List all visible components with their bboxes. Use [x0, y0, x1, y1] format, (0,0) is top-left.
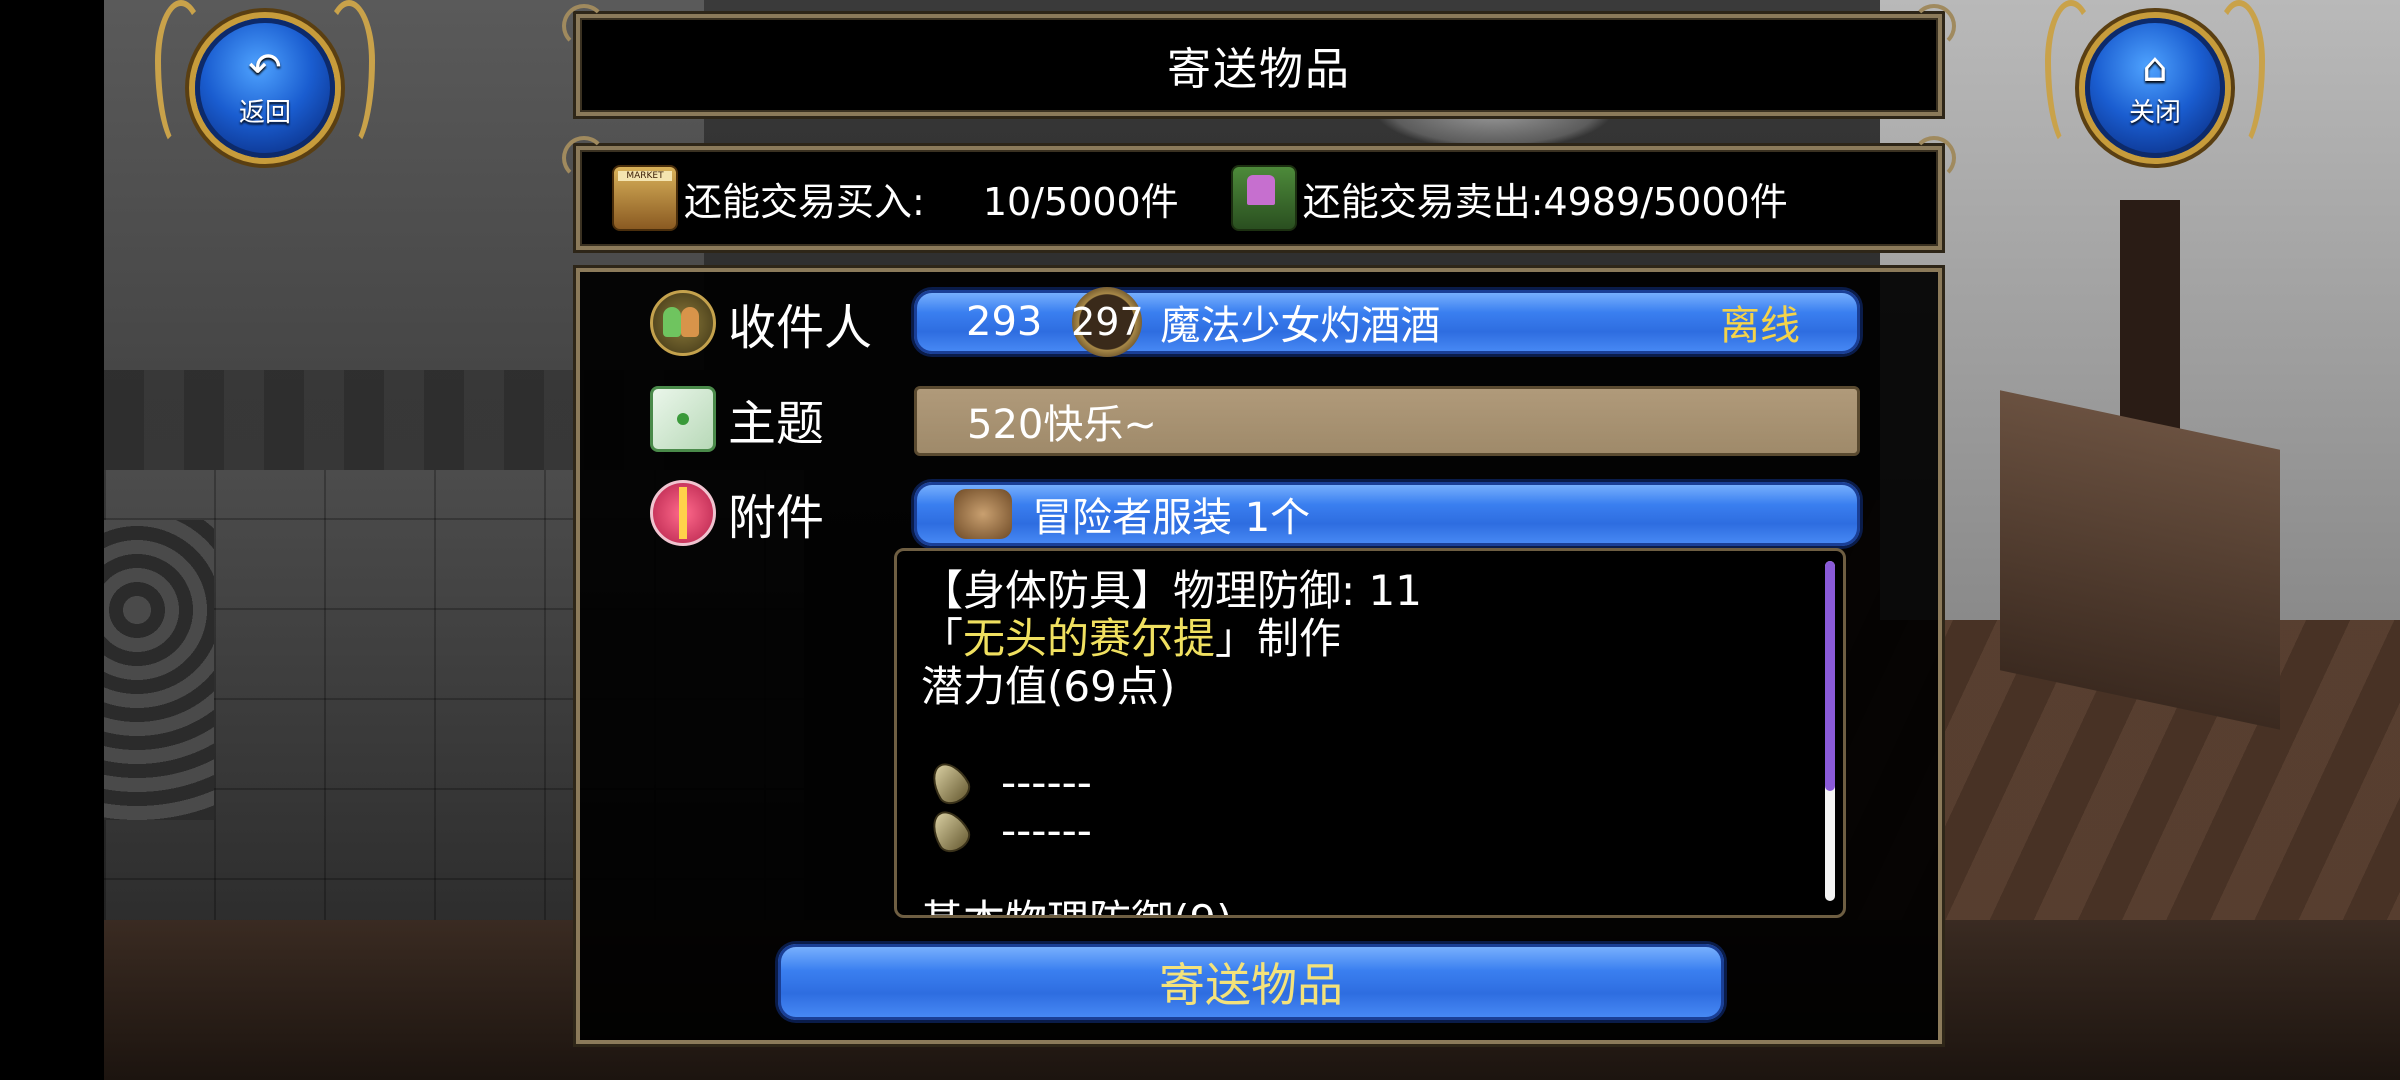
trade-limit-bar: 还能交易买入: 10/5000件 还能交易卖出: 4989/5000件	[562, 136, 1942, 250]
item-potential-line: 潜力值(69点)	[921, 662, 1176, 711]
recipient-selector[interactable]: 293 297 魔法少女灼酒酒 离线	[914, 287, 1860, 357]
trade-buy-value: 10/5000件	[982, 179, 1179, 224]
gift-icon	[650, 480, 716, 546]
recipient-name: 魔法少女灼酒酒	[1160, 303, 1441, 349]
subject-label: 主题	[728, 396, 825, 452]
shop-icon	[1230, 165, 1297, 231]
back-label: 返回	[238, 97, 291, 128]
item-slot-value: ------	[1001, 806, 1092, 855]
item-stat-line: 【身体防具】物理防御: 11	[921, 566, 1422, 615]
attachment-label: 附件	[728, 490, 825, 546]
stone-pillar	[104, 520, 214, 820]
mail-icon	[650, 386, 716, 452]
item-slot: ------	[921, 756, 1813, 810]
close-label: 关闭	[2128, 97, 2181, 128]
back-arrow-icon: ↶	[248, 44, 282, 91]
item-slot: ------	[921, 804, 1813, 858]
scrollbar-thumb[interactable]	[1825, 561, 1835, 791]
recipient-icon	[650, 290, 716, 356]
level-badge: 297	[1071, 287, 1144, 357]
trade-buy-info: 还能交易买入: 10/5000件	[580, 165, 1179, 231]
send-item-panel: 寄送物品 还能交易买入: 10/5000件 还能交易卖出: 4989/5000件…	[560, 4, 1950, 1044]
attachment-row-label: 附件	[650, 478, 824, 548]
home-icon: ⌂	[2142, 44, 2168, 91]
item-description-text: 【身体防具】物理防御: 11 「无头的赛尔提」制作 潜力值(69点) -----…	[921, 566, 1813, 916]
send-item-button[interactable]: 寄送物品	[778, 944, 1724, 1020]
maker-suffix: 」制作	[1215, 614, 1342, 663]
item-slot-value: ------	[1001, 758, 1092, 807]
seed-icon	[924, 756, 976, 810]
title-bar: 寄送物品	[562, 4, 1942, 116]
close-orb[interactable]: ⌂ 关闭	[2085, 18, 2225, 158]
trade-sell-value: 4989/5000件	[1543, 179, 1788, 224]
market-icon	[612, 165, 678, 231]
maker-prefix: 「	[921, 614, 964, 663]
subject-value: 520快乐~	[967, 402, 1157, 448]
description-scrollbar[interactable]	[1825, 561, 1835, 901]
recipient-row-label: 收件人	[650, 288, 872, 358]
trade-buy-label: 还能交易买入:	[684, 179, 925, 224]
trade-sell-label: 还能交易卖出:	[1302, 179, 1544, 224]
wooden-counter	[2000, 390, 2280, 730]
back-button[interactable]: ↶ 返回	[155, 0, 375, 185]
close-button[interactable]: ⌂ 关闭	[2045, 0, 2265, 185]
attachment-selector[interactable]: 冒险者服装 1个	[914, 482, 1860, 546]
recipient-id: 293	[966, 299, 1043, 345]
armor-icon	[954, 489, 1012, 539]
subject-row-label: 主题	[650, 384, 824, 454]
item-description-box[interactable]: 【身体防具】物理防御: 11 「无头的赛尔提」制作 潜力值(69点) -----…	[894, 548, 1846, 918]
recipient-status: 离线	[1720, 303, 1800, 349]
subject-input[interactable]: 520快乐~	[914, 386, 1860, 456]
seed-icon	[924, 804, 976, 858]
maker-name: 无头的赛尔提	[963, 614, 1216, 663]
attachment-item: 冒险者服装 1个	[1032, 495, 1311, 541]
recipient-label: 收件人	[728, 300, 873, 356]
back-orb[interactable]: ↶ 返回	[195, 18, 335, 158]
send-item-label: 寄送物品	[1159, 958, 1343, 1012]
page-title: 寄送物品	[1167, 44, 1351, 95]
item-base-defense-line: 基本物理防御(9)	[921, 897, 1813, 916]
trade-sell-info: 还能交易卖出: 4989/5000件	[1179, 165, 1788, 231]
item-maker-line: 「无头的赛尔提」制作	[921, 615, 1813, 663]
